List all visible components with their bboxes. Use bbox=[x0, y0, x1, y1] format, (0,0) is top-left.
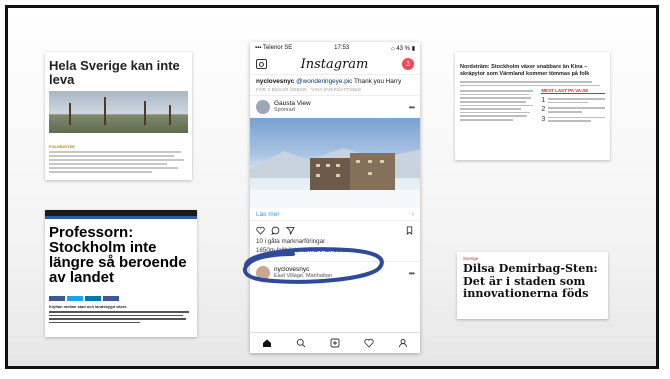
post-image bbox=[250, 118, 420, 208]
home-icon[interactable] bbox=[262, 338, 272, 348]
more-options-icon[interactable]: ••• bbox=[409, 103, 415, 112]
more-options-icon[interactable]: ••• bbox=[409, 269, 415, 278]
newspaper-clipping-dilsa: Sverige Dilsa Demirbag-Sten: Det är i st… bbox=[457, 252, 608, 319]
share-icon[interactable] bbox=[286, 226, 295, 235]
most-read-heading: MEST LAST PA VA.SE bbox=[541, 88, 605, 95]
instagram-logo: Instagram bbox=[300, 56, 369, 72]
byline bbox=[49, 288, 193, 293]
photo-caption bbox=[49, 136, 188, 141]
clipping-headline: Dilsa Demirbag-Sten: Det är i staden som… bbox=[463, 261, 598, 300]
camera-icon[interactable] bbox=[256, 59, 267, 69]
byline bbox=[463, 302, 602, 306]
section-tag bbox=[460, 58, 605, 63]
profile-icon[interactable] bbox=[398, 338, 408, 348]
clock: 17:53 bbox=[334, 45, 350, 51]
bottom-nav bbox=[250, 332, 420, 353]
section-tag: FOLKBIOTEK bbox=[49, 144, 75, 149]
hand-drawn-circle-annotation bbox=[242, 247, 384, 284]
sponsored-post-header: Gausta View Sponrad ••• bbox=[250, 95, 420, 118]
instagram-header: Instagram 3 bbox=[250, 54, 420, 75]
newspaper-clipping-professorn: Professorn: Stockholm inte längre så ber… bbox=[45, 210, 197, 337]
carrier-label: ▪▪▪ Telenor SE bbox=[255, 45, 293, 51]
post-account-name[interactable]: Gausta View bbox=[274, 100, 311, 107]
post-actions bbox=[250, 221, 420, 237]
instagram-phone-screenshot: ▪▪▪ Telenor SE 17:53 ⌂ 43 % ▮ Instagram … bbox=[250, 42, 420, 353]
add-post-icon[interactable] bbox=[330, 338, 340, 348]
comment-meta[interactable]: FÖR 2 DAGAR SEDAN · VISA ÖVERSÄTTNING bbox=[250, 86, 420, 95]
comment-text: nyclovesnyc @wonderingeye.pic Thank you … bbox=[256, 78, 402, 85]
heart-icon[interactable] bbox=[256, 226, 265, 235]
clipping-headline: Hela Sverige kan inte leva bbox=[49, 58, 180, 87]
status-bar: ▪▪▪ Telenor SE 17:53 ⌂ 43 % ▮ bbox=[250, 42, 420, 54]
newspaper-clipping-hela-sverige: Hela Sverige kan inte leva FOLKBIOTEK bbox=[45, 52, 192, 180]
chevron-right-icon: › bbox=[411, 210, 414, 218]
battery-label: ⌂ 43 % ▮ bbox=[391, 45, 415, 52]
landscape-photo bbox=[49, 91, 188, 133]
learn-more-label: Läs mer bbox=[256, 210, 280, 218]
activity-heart-icon[interactable] bbox=[364, 338, 374, 348]
avatar[interactable] bbox=[256, 100, 270, 114]
sponsored-label: Sponrad bbox=[274, 107, 295, 113]
newspaper-clipping-nordstrom: Nordsträm: Stockholm växer snabbare än K… bbox=[455, 52, 610, 160]
bookmark-icon[interactable] bbox=[405, 226, 414, 235]
search-icon[interactable] bbox=[296, 338, 306, 348]
clipping-headline: Nordsträm: Stockholm växer snabbare än K… bbox=[460, 64, 590, 77]
learn-more-cta[interactable]: Läs mer › bbox=[250, 208, 420, 221]
clipping-headline: Professorn: Stockholm inte längre så ber… bbox=[49, 224, 187, 286]
share-buttons bbox=[49, 296, 193, 301]
comment-icon[interactable] bbox=[271, 226, 280, 235]
clipping-intro: Klyftan mellan stad och landsbygd växer. bbox=[49, 304, 128, 309]
notification-badge[interactable]: 3 bbox=[402, 58, 414, 70]
